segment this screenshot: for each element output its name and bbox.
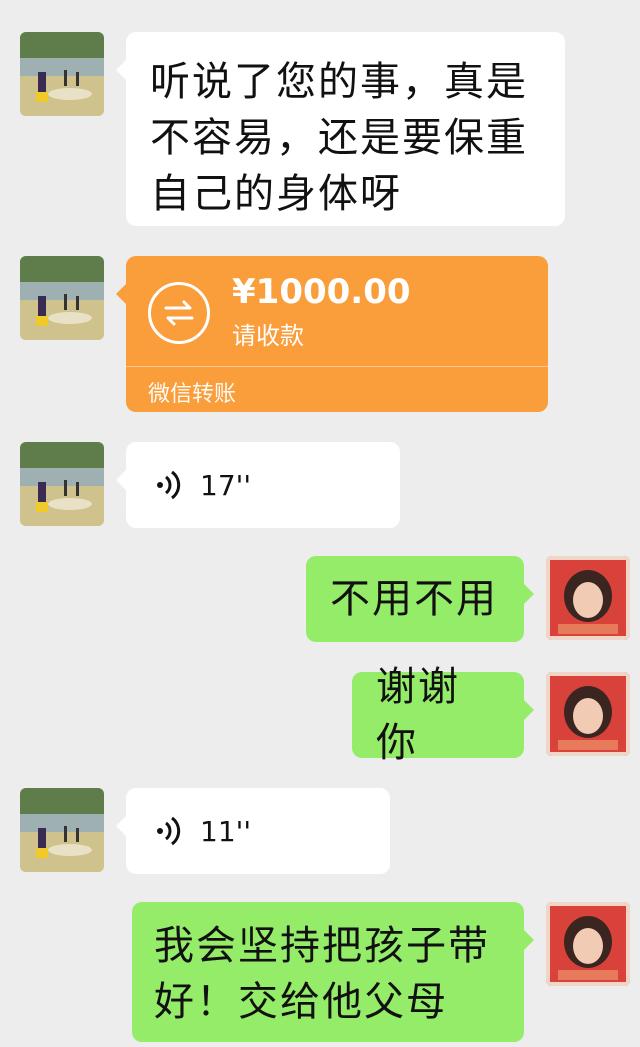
user-avatar[interactable] xyxy=(546,556,630,640)
landscape-photo-avatar xyxy=(20,256,104,340)
message-text: 我会坚持把孩子带好！交给他父母 xyxy=(154,923,490,1025)
transfer-status: 请收款 xyxy=(232,322,304,350)
portrait-photo-avatar xyxy=(546,672,630,756)
message-bubble-outgoing[interactable]: 不用不用 xyxy=(306,556,534,642)
voice-duration: 17'' xyxy=(200,468,252,502)
transfer-arrows-icon xyxy=(148,282,210,344)
voice-message[interactable]: 17'' xyxy=(116,442,400,528)
portrait-photo-avatar xyxy=(546,556,630,640)
message-bubble-outgoing[interactable]: 谢谢你 xyxy=(352,664,534,766)
user-avatar[interactable] xyxy=(546,902,630,986)
transfer-source-label: 微信转账 xyxy=(148,382,237,407)
message-bubble-outgoing[interactable]: 我会坚持把孩子带好！交给他父母 xyxy=(132,902,534,1042)
message-text: 不用不用 xyxy=(330,576,498,622)
voice-duration: 11'' xyxy=(200,814,252,848)
transfer-amount: ¥1000.00 xyxy=(232,272,411,312)
contact-avatar[interactable] xyxy=(20,442,104,526)
contact-avatar[interactable] xyxy=(20,256,104,340)
voice-wave-icon xyxy=(157,816,181,846)
message-text: 听说了您的事，真是不容易，还是要保重自己的身体呀 xyxy=(150,59,528,217)
user-avatar[interactable] xyxy=(546,672,630,756)
transfer-divider xyxy=(126,366,548,367)
contact-avatar[interactable] xyxy=(20,788,104,872)
contact-avatar[interactable] xyxy=(20,32,104,116)
landscape-photo-avatar xyxy=(20,442,104,526)
voice-wave-icon xyxy=(157,470,181,500)
landscape-photo-avatar xyxy=(20,32,104,116)
message-bubble-incoming[interactable]: 听说了您的事，真是不容易，还是要保重自己的身体呀 xyxy=(116,32,565,226)
transfer-card[interactable]: ¥1000.00 请收款 微信转账 xyxy=(116,256,548,412)
message-text: 谢谢你 xyxy=(376,664,460,766)
voice-message[interactable]: 11'' xyxy=(116,788,390,874)
landscape-photo-avatar xyxy=(20,788,104,872)
portrait-photo-avatar xyxy=(546,902,630,986)
